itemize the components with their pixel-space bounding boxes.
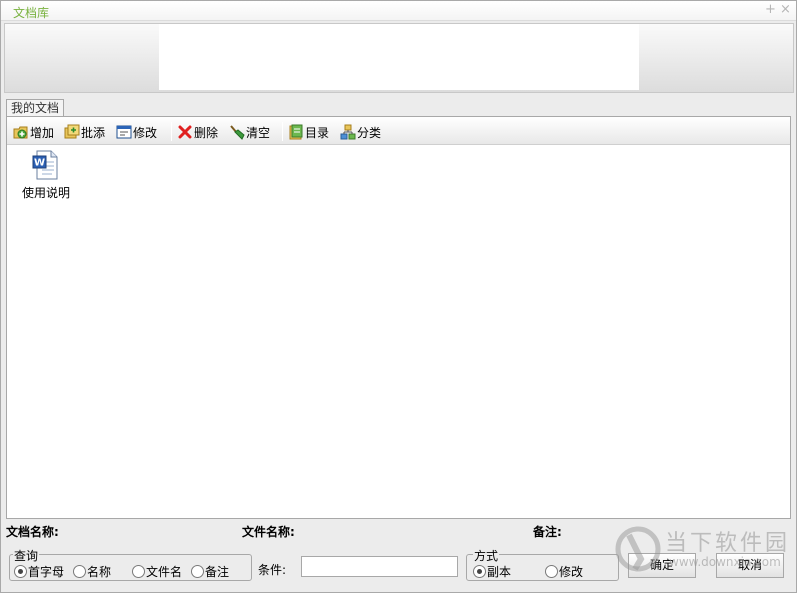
radio-name-label: 名称 xyxy=(87,565,112,579)
banner xyxy=(4,23,794,93)
radio-name-indicator xyxy=(73,565,86,578)
mode-legend: 方式 xyxy=(473,547,500,564)
broom-icon xyxy=(229,124,245,140)
radio-initials[interactable]: 首字母 xyxy=(14,563,64,580)
add-folder-icon xyxy=(13,124,29,140)
clear-label: 清空 xyxy=(246,125,271,140)
title-bar: 文档库 + × xyxy=(1,1,796,21)
radio-modify-indicator xyxy=(545,565,558,578)
radio-copy[interactable]: 副本 xyxy=(473,563,511,580)
radio-copy-label: 副本 xyxy=(487,565,512,579)
query-legend: 查询 xyxy=(13,547,40,564)
svg-text:W: W xyxy=(34,158,45,169)
toolbar-separator xyxy=(282,122,283,141)
batch-add-icon xyxy=(64,124,80,140)
category-tree-icon xyxy=(340,124,356,140)
document-name: 使用说明 xyxy=(21,186,70,200)
radio-note-indicator xyxy=(191,565,204,578)
word-document-icon: W xyxy=(32,150,58,180)
radio-note-label: 备注 xyxy=(205,565,230,579)
batch-add-button[interactable]: 批添 xyxy=(64,123,105,141)
directory-button[interactable]: 目录 xyxy=(288,123,329,141)
condition-label: 条件: xyxy=(258,563,287,577)
condition-input[interactable] xyxy=(301,556,458,577)
document-item[interactable]: W 使用说明 xyxy=(19,150,73,204)
radio-initials-label: 首字母 xyxy=(28,565,65,579)
batch-add-label: 批添 xyxy=(81,125,106,140)
edit-label: 修改 xyxy=(133,125,158,140)
note-label: 备注: xyxy=(533,525,562,539)
toolbar: 增加 批添 修改 删除 清空 目录 分类 xyxy=(7,117,790,145)
radio-note[interactable]: 备注 xyxy=(191,563,229,580)
delete-x-icon xyxy=(177,124,193,140)
banner-content xyxy=(159,24,639,90)
cancel-button[interactable]: 取消 xyxy=(716,553,784,578)
category-label: 分类 xyxy=(357,125,382,140)
mode-group: 方式 副本 修改 xyxy=(466,547,619,581)
ok-button[interactable]: 确定 xyxy=(628,553,696,578)
category-button[interactable]: 分类 xyxy=(340,123,381,141)
query-group: 查询 首字母 名称 文件名 备注 xyxy=(9,547,252,581)
document-info-row: 文档名称: 文件名称: 备注: xyxy=(1,522,796,540)
tab-my-documents[interactable]: 我的文档 xyxy=(6,99,64,116)
radio-modify[interactable]: 修改 xyxy=(545,563,583,580)
radio-name[interactable]: 名称 xyxy=(73,563,111,580)
clear-button[interactable]: 清空 xyxy=(229,123,270,141)
delete-label: 删除 xyxy=(194,125,219,140)
window-title: 文档库 xyxy=(13,6,50,20)
directory-label: 目录 xyxy=(305,125,330,140)
radio-filename-indicator xyxy=(132,565,145,578)
toolbar-separator xyxy=(171,122,172,141)
radio-filename-label: 文件名 xyxy=(146,565,183,579)
edit-window-icon xyxy=(116,124,132,140)
close-button[interactable]: × xyxy=(780,3,791,17)
document-library-window: 文档库 + × 我的文档 增加 批添 修改 删除 清空 目录 分类 W 使用说明… xyxy=(0,0,797,593)
radio-filename[interactable]: 文件名 xyxy=(132,563,182,580)
edit-button[interactable]: 修改 xyxy=(116,123,157,141)
file-name-label: 文件名称: xyxy=(242,525,295,539)
doc-name-label: 文档名称: xyxy=(6,525,59,539)
add-label: 增加 xyxy=(30,125,55,140)
pin-button[interactable]: + xyxy=(765,3,776,17)
add-button[interactable]: 增加 xyxy=(13,123,54,141)
delete-button[interactable]: 删除 xyxy=(177,123,218,141)
directory-book-icon xyxy=(288,124,304,140)
document-panel: 增加 批添 修改 删除 清空 目录 分类 W 使用说明 xyxy=(6,116,791,519)
radio-initials-indicator xyxy=(14,565,27,578)
radio-modify-label: 修改 xyxy=(559,565,584,579)
radio-copy-indicator xyxy=(473,565,486,578)
